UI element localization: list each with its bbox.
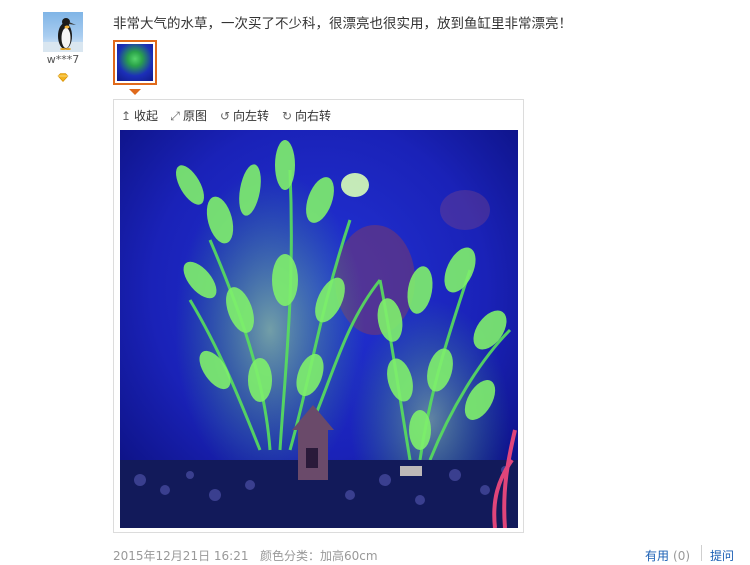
ask-question-button[interactable]: 提问 — [710, 547, 734, 564]
aquarium-photo — [120, 130, 518, 528]
selected-thumbnail-arrow — [129, 89, 141, 95]
collapse-arrow-icon: ↥ — [120, 109, 132, 123]
product-variant: 颜色分类：加高60cm — [260, 549, 378, 563]
rotate-left-icon: ↺ — [219, 109, 231, 123]
rotate-right-icon: ↻ — [281, 109, 293, 123]
diamond-icon — [57, 73, 69, 82]
expand-icon: ⤢ — [170, 109, 180, 123]
rotate-left-button[interactable]: ↺ 向左转 — [219, 107, 269, 124]
useful-control: 有用 (0) — [645, 547, 690, 564]
review-photo-thumbnail[interactable] — [113, 40, 157, 85]
penguin-avatar-icon — [43, 18, 83, 52]
avatar[interactable] — [43, 12, 83, 52]
review-text: 非常大气的水草，一次买了不少科，很漂亮也很实用，放到鱼缸里非常漂亮！ — [113, 16, 572, 32]
username: w***7 — [46, 53, 80, 66]
useful-button[interactable]: 有用 — [645, 549, 669, 563]
collapse-button[interactable]: ↥ 收起 — [120, 107, 158, 124]
divider — [701, 545, 702, 561]
rotate-right-button[interactable]: ↻ 向右转 — [281, 107, 331, 124]
useful-count: (0) — [673, 549, 691, 563]
photo-viewer: ↥ 收起 ⤢ 原图 ↺ 向左转 ↻ 向右转 — [113, 99, 524, 533]
original-image-button[interactable]: ⤢ 原图 — [169, 107, 207, 124]
review-date: 2015年12月21日 16:21 — [113, 549, 249, 563]
thumbnail-image — [117, 44, 153, 81]
viewer-toolbar: ↥ 收起 ⤢ 原图 ↺ 向左转 ↻ 向右转 — [114, 100, 523, 128]
review-photo-large[interactable] — [120, 130, 518, 528]
